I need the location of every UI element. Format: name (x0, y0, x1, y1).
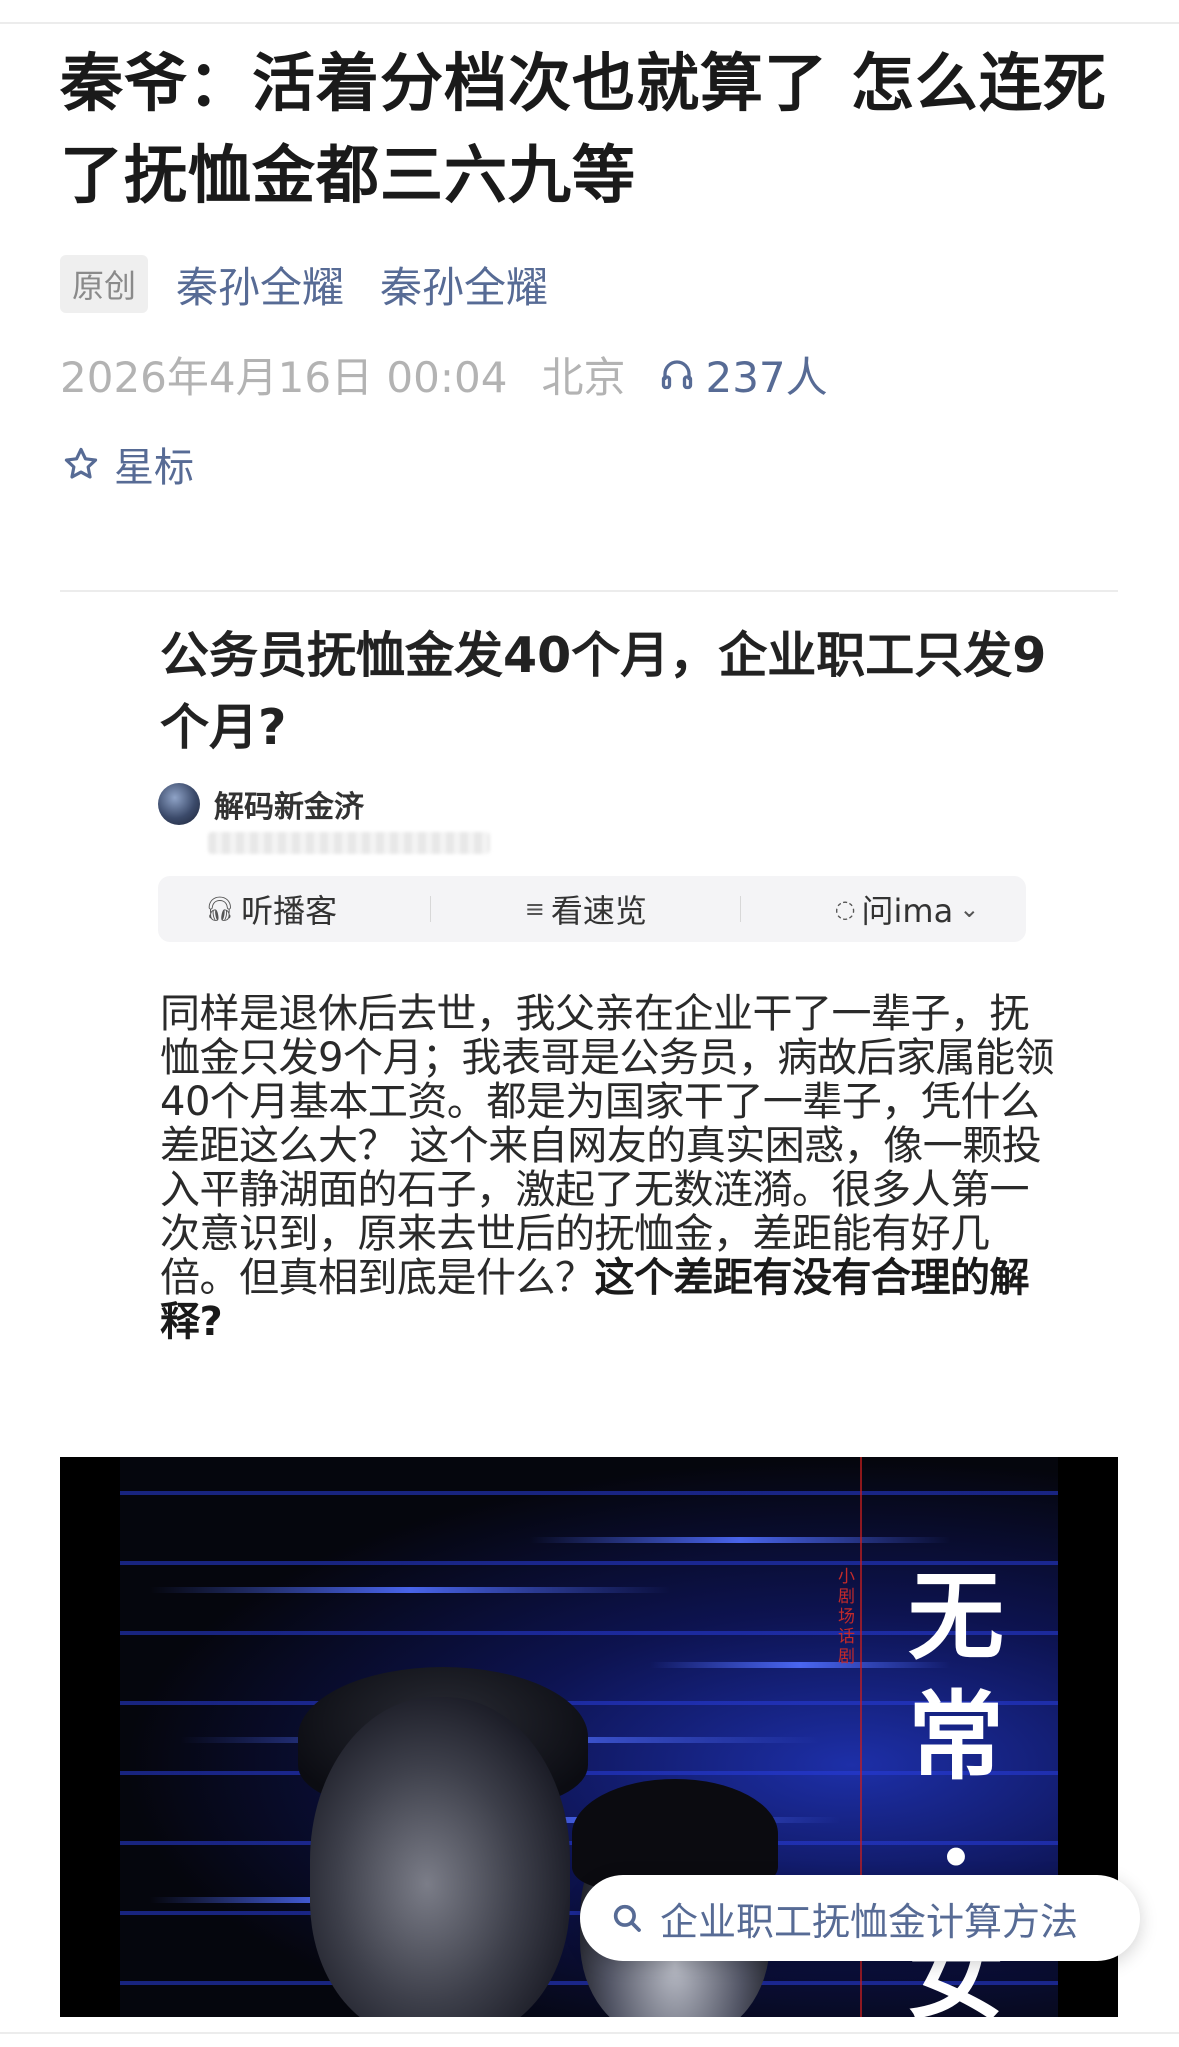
woman-figure-hair (572, 1779, 778, 1889)
poster-title-char: 常 (908, 1680, 1004, 1793)
author-row: 原创 秦孙全耀 秦孙全耀 (60, 254, 584, 314)
original-tag: 原创 (60, 255, 149, 313)
embed-title: 公务员抚恤金发40个月，企业职工只发9个月? (160, 627, 1047, 756)
star-button[interactable]: 星标 (62, 434, 194, 494)
embed-source: 解码新金济 (158, 782, 364, 826)
embedded-screenshot: 公务员抚恤金发40个月，企业职工只发9个月? 解码新金济 🎧︎ 听播客 ≡ 看速… (60, 592, 1118, 1432)
light-streak (530, 1537, 950, 1543)
embed-body: 同样是退休后去世，我父亲在企业干了一辈子，抚恤金只发9个月；我表哥是公务员，病故… (160, 992, 1060, 1344)
poster-subtitle: 小剧场话剧 (838, 1567, 855, 1667)
list-icon: ≡ (524, 895, 545, 923)
top-divider (0, 22, 1179, 24)
embed-source-name: 解码新金济 (214, 790, 364, 825)
light-streak (150, 1587, 670, 1593)
ask-ima-button: ◌ 问ima ⌄ (835, 886, 980, 932)
publish-info-row: 2026年4月16日 00:04 北京 237人 (60, 344, 828, 404)
article-title: 秦爷：活着分档次也就算了 怎么连死了抚恤金都三六九等 (60, 47, 1107, 212)
embed-toolbar: 🎧︎ 听播客 ≡ 看速览 ◌ 问ima ⌄ (158, 876, 1026, 942)
avatar (158, 783, 200, 825)
search-suggestion-text: 企业职工抚恤金计算方法 (660, 1899, 1079, 1944)
author-link[interactable]: 秦孙全耀 (176, 254, 344, 315)
ask-icon: ◌ (834, 895, 856, 923)
star-icon (64, 447, 98, 479)
publish-date: 2026年4月16日 00:04 (60, 352, 508, 402)
overview-button: ≡ 看速览 (525, 886, 647, 932)
listen-button[interactable]: 237人 (659, 344, 828, 405)
podcast-label: 听播客 (241, 892, 338, 930)
publish-location: 北京 (541, 352, 626, 402)
bottom-divider (0, 2032, 1179, 2034)
ask-label: 问ima (861, 892, 954, 930)
poster-title-char: 无 (908, 1560, 1004, 1673)
man-figure (310, 1697, 570, 2017)
listen-count: 237人 (705, 352, 828, 402)
letterbox-left (60, 1457, 120, 2017)
headphones-icon (662, 360, 693, 390)
blurred-meta (208, 832, 490, 854)
toolbar-separator (430, 896, 432, 922)
search-suggestion-button[interactable]: 企业职工抚恤金计算方法 (580, 1875, 1140, 1961)
chevron-down-icon: ⌄ (959, 895, 980, 923)
account-name-link[interactable]: 秦孙全耀 (380, 254, 548, 315)
headphones-icon: 🎧︎ (204, 895, 236, 923)
search-icon (613, 1904, 641, 1932)
podcast-button: 🎧︎ 听播客 (205, 886, 337, 932)
toolbar-separator (740, 896, 742, 922)
star-label: 星标 (114, 445, 194, 491)
overview-label: 看速览 (550, 892, 647, 930)
